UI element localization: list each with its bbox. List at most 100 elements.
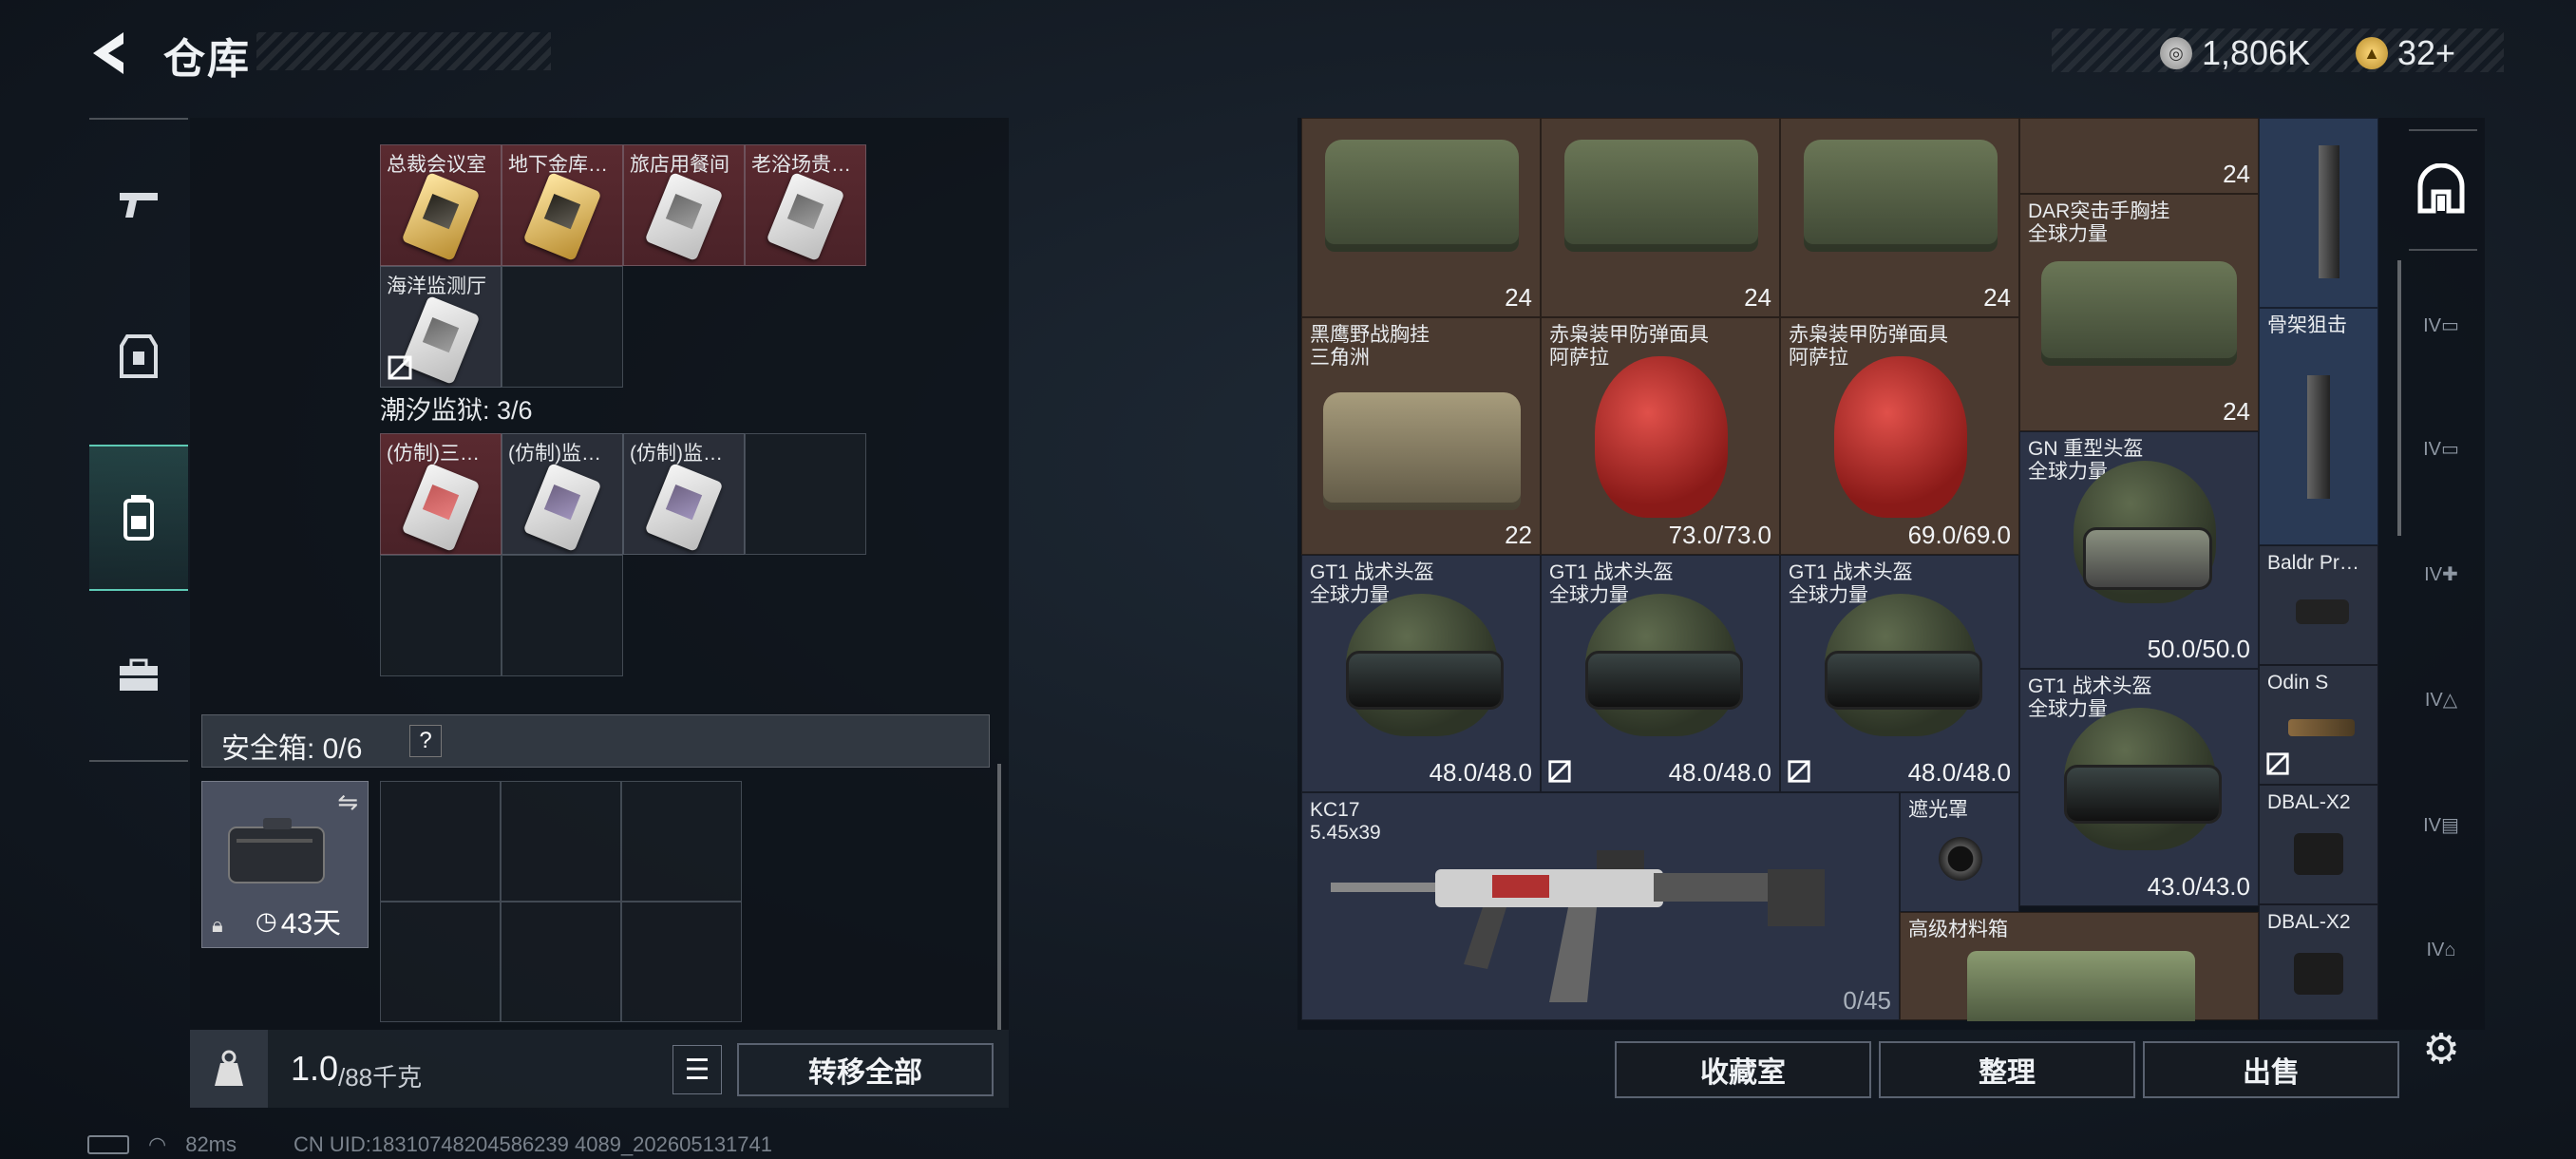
lock-icon: 🔒︎ <box>212 913 223 937</box>
scrollbar[interactable] <box>997 764 1001 1030</box>
tab-container-2[interactable]: IV▭ <box>2413 420 2470 477</box>
item-chest-rig[interactable]: 24 <box>1301 118 1541 317</box>
weight-value: 1.0 <box>291 1049 339 1088</box>
item-chest-rig[interactable]: 24 <box>2019 118 2259 194</box>
item-keycard[interactable]: 地下金库… <box>502 144 623 266</box>
item-chest-rig[interactable]: 24 <box>1541 118 1780 317</box>
nav-toolbox[interactable] <box>89 604 188 747</box>
crate-icon <box>1967 951 2195 1021</box>
backpack-tab-icon <box>2417 163 2465 214</box>
stock-icon <box>2319 145 2339 278</box>
item-dar-rig[interactable]: DAR突击手胸挂 全球力量 24 <box>2019 194 2259 431</box>
keycard-icon <box>766 171 845 262</box>
safe-box-grid <box>380 781 742 1022</box>
container-icon: IV▤ <box>2423 814 2459 836</box>
tab-container-3[interactable]: IV✚ <box>2413 545 2470 602</box>
transfer-all-button[interactable]: 转移全部 <box>737 1043 994 1096</box>
nav-divider <box>89 118 188 120</box>
chest-rig-icon <box>1804 140 1998 252</box>
empty-slot[interactable] <box>501 902 621 1022</box>
status-bar: ◠ 82ms CN UID:18310748204586239 4089_202… <box>87 1132 772 1157</box>
item-dbal[interactable]: DBAL-X2 <box>2259 904 2378 1020</box>
sunshade-icon <box>1939 837 1982 881</box>
tab-backpack[interactable] <box>2413 162 2470 218</box>
no-insure-icon <box>2266 752 2289 775</box>
settings-button[interactable]: ⚙ <box>2413 1020 2470 1077</box>
nav-backpack[interactable] <box>89 445 188 591</box>
laser-icon <box>2294 953 2343 995</box>
empty-slot[interactable] <box>380 781 501 902</box>
empty-slot[interactable] <box>502 555 623 676</box>
goggle-icon <box>2064 765 2222 824</box>
item-hawk-rig[interactable]: 黑鹰野战胸挂 三角洲 22 <box>1301 317 1541 555</box>
item-material-crate[interactable]: 高级材料箱 <box>1900 912 2259 1021</box>
wifi-icon: ◠ <box>148 1132 167 1156</box>
item-keycard[interactable]: (仿制)监… <box>623 433 745 555</box>
item-skeleton-stock[interactable]: 骨架狙击 <box>2259 308 2378 545</box>
light-icon <box>2288 719 2355 736</box>
item-gt1-helmet[interactable]: GT1 战术头盔 全球力量 48.0/48.0 <box>1541 555 1780 792</box>
item-sunshade[interactable]: 遮光罩 <box>1900 792 2019 912</box>
item-keycard[interactable]: 老浴场贵… <box>745 144 866 266</box>
rifle-icon <box>1331 850 1825 1002</box>
item-mask[interactable]: 赤枭装甲防弹面具 阿萨拉 73.0/73.0 <box>1541 317 1780 555</box>
goggle-icon <box>1825 651 1982 710</box>
item-chest-rig[interactable]: 24 <box>1780 118 2019 317</box>
item-odin[interactable]: Odin S <box>2259 665 2378 785</box>
keycard-icon <box>644 171 724 262</box>
item-gn-helmet[interactable]: GN 重型头盔 全球力量 50.0/50.0 <box>2019 431 2259 669</box>
light-icon <box>2296 599 2349 624</box>
chest-rig-icon <box>2041 261 2237 366</box>
item-keycard[interactable]: 旅店用餐间 <box>623 144 745 266</box>
container-plus-icon: IV✚ <box>2424 563 2458 585</box>
empty-slot[interactable] <box>380 555 502 676</box>
tab-container-4[interactable]: IV△ <box>2413 671 2470 728</box>
sidebar-divider <box>2409 129 2477 131</box>
tab-container-5[interactable]: IV▤ <box>2413 796 2470 853</box>
empty-slot[interactable] <box>380 902 501 1022</box>
empty-slot[interactable] <box>621 781 742 902</box>
tab-container-1[interactable]: IV▭ <box>2413 296 2470 353</box>
item-kc17-rifle[interactable]: KC17 5.45x39 0/45 <box>1301 792 1900 1020</box>
visor-icon <box>2083 527 2212 590</box>
item-gt1-helmet[interactable]: GT1 战术头盔 全球力量 48.0/48.0 <box>1780 555 2019 792</box>
keycard-icon <box>522 171 602 262</box>
item-keycard[interactable]: 总裁会议室 <box>380 144 502 266</box>
safe-days: 43天 <box>280 908 342 940</box>
nav-armor[interactable] <box>89 285 188 428</box>
item-gt1-helmet[interactable]: GT1 战术头盔 全球力量 48.0/48.0 <box>1301 555 1541 792</box>
sort-button[interactable]: 整理 <box>1879 1041 2135 1098</box>
tab-container-6[interactable]: IV⌂ <box>2413 922 2470 978</box>
empty-slot[interactable] <box>501 781 621 902</box>
scrollbar[interactable] <box>2397 260 2401 536</box>
sidebar-divider <box>2409 249 2477 251</box>
backpack-icon <box>123 495 154 541</box>
swap-icon[interactable]: ⇋ <box>337 788 358 817</box>
collection-room-button[interactable]: 收藏室 <box>1615 1041 1871 1098</box>
title-decoration <box>256 32 551 70</box>
list-view-button[interactable]: ☰ <box>672 1045 722 1094</box>
empty-slot[interactable] <box>621 902 742 1022</box>
empty-slot[interactable] <box>745 433 866 555</box>
empty-slot[interactable] <box>502 266 623 388</box>
item-mask[interactable]: 赤枭装甲防弹面具 阿萨拉 69.0/69.0 <box>1780 317 2019 555</box>
nav-weapons[interactable] <box>89 133 188 276</box>
back-button[interactable] <box>85 27 139 80</box>
help-icon[interactable]: ? <box>409 725 442 757</box>
item-keycard[interactable]: (仿制)三… <box>380 433 502 555</box>
item-gt1-helmet[interactable]: GT1 战术头盔 全球力量 43.0/43.0 <box>2019 669 2259 906</box>
item-baldr[interactable]: Baldr Pr… <box>2259 545 2378 665</box>
silver-amount: 1,806K <box>2202 33 2311 72</box>
gun-icon <box>120 193 158 218</box>
gold-amount: 32+ <box>2397 33 2456 72</box>
keycard-icon <box>401 171 481 262</box>
sell-button[interactable]: 出售 <box>2143 1041 2399 1098</box>
uid: CN UID:18310748204586239 4089_2026051317… <box>294 1132 773 1156</box>
item-stock[interactable] <box>2259 118 2378 308</box>
safe-box-item[interactable]: ⇋ 🔒︎ ◷ 43天 <box>201 781 369 948</box>
ping: 82ms <box>185 1132 237 1156</box>
item-dbal[interactable]: DBAL-X2 <box>2259 785 2378 904</box>
item-keycard[interactable]: 海洋监测厅 <box>380 266 502 388</box>
item-keycard[interactable]: (仿制)监… <box>502 433 623 555</box>
nav-divider <box>89 760 188 762</box>
